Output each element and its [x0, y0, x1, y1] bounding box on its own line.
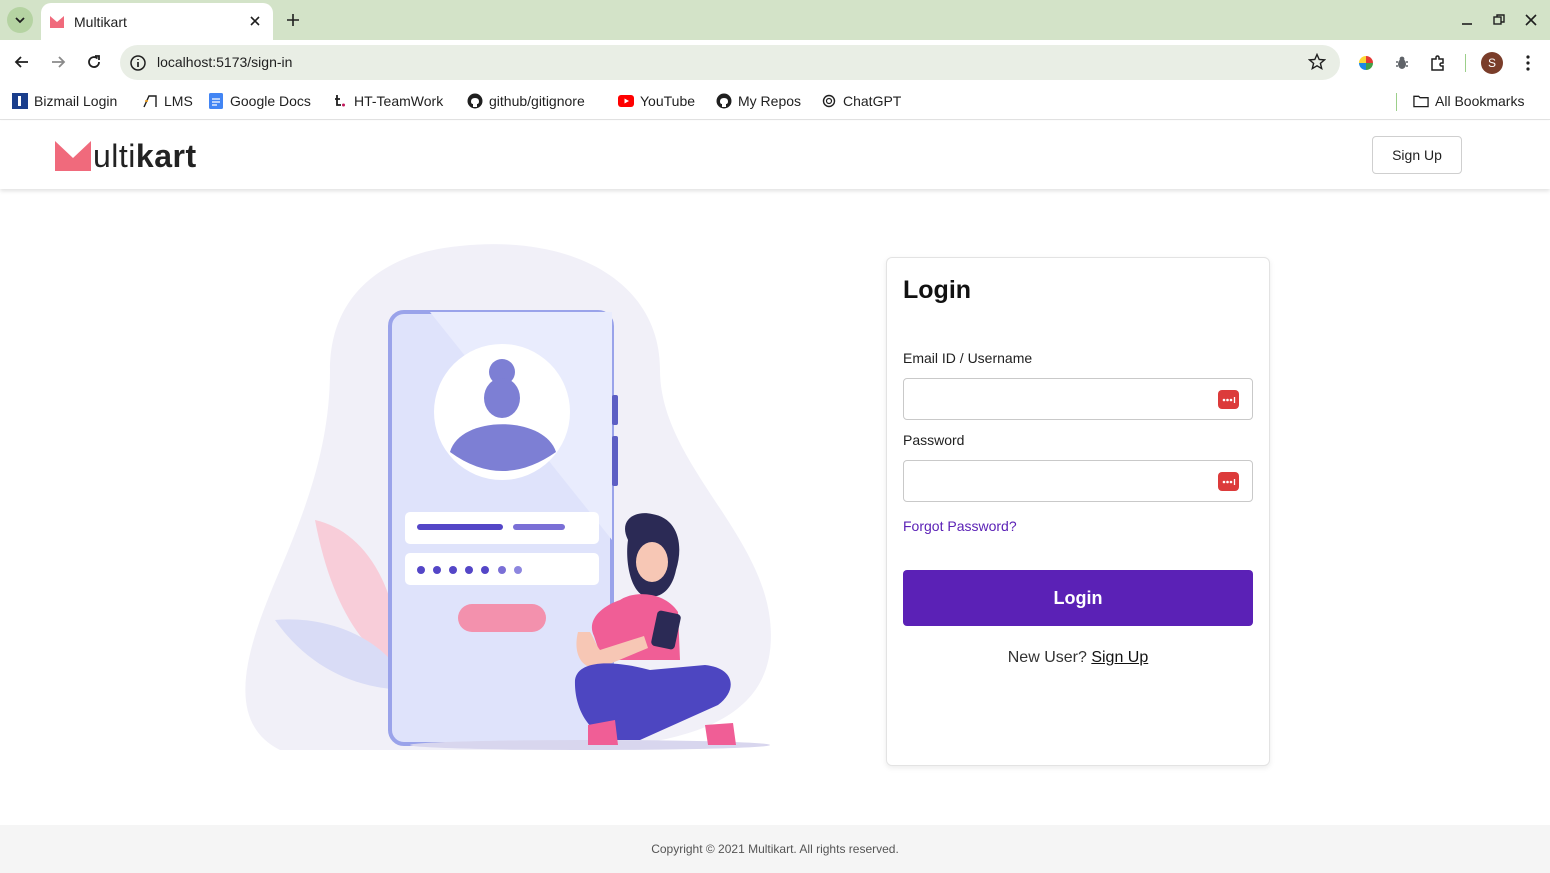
more-vertical-icon: [1526, 55, 1530, 71]
multikart-favicon-icon: [50, 15, 64, 28]
bookmark-lms[interactable]: LMS: [142, 91, 193, 111]
arrow-right-icon: [52, 56, 66, 68]
restore-icon: [1493, 14, 1505, 25]
github-icon: [716, 93, 732, 109]
color-extension-button[interactable]: [1356, 53, 1376, 73]
password-label: Password: [903, 432, 965, 448]
bookmark-label: LMS: [164, 93, 193, 109]
bizmail-icon: [12, 93, 28, 109]
bookmark-label: ChatGPT: [843, 93, 902, 109]
chatgpt-icon: [821, 93, 837, 109]
github-icon: [467, 93, 483, 109]
reload-icon: [88, 55, 100, 68]
browser-tab-strip: Multikart: [0, 0, 1550, 40]
close-icon: [1525, 14, 1537, 26]
password-manager-icon[interactable]: [1218, 390, 1239, 409]
multikart-m-logo-icon: [55, 141, 91, 171]
login-title: Login: [903, 276, 972, 304]
site-footer: Copyright © 2021 Multikart. All rights r…: [0, 825, 1550, 873]
bookmark-google-docs[interactable]: Google Docs: [208, 91, 311, 111]
phone-side-button: [612, 395, 618, 425]
extensions-button[interactable]: [1428, 53, 1448, 73]
bug-extension-button[interactable]: [1392, 53, 1412, 73]
password-field[interactable]: [903, 460, 1253, 502]
reload-button[interactable]: [83, 51, 105, 73]
password-input[interactable]: [904, 461, 1204, 501]
phone-side-button: [612, 436, 618, 486]
browser-toolbar: localhost:5173/sign-in S: [0, 40, 1550, 85]
logo-text: ultikart: [93, 138, 197, 175]
header-signup-button[interactable]: Sign Up: [1372, 136, 1462, 174]
tab-title: Multikart: [74, 13, 127, 30]
bookmark-label: Google Docs: [230, 93, 311, 109]
teamwork-icon: [332, 93, 348, 109]
multikart-logo[interactable]: ultikart: [55, 138, 197, 174]
username-line: [513, 524, 565, 530]
google-docs-icon: [208, 93, 224, 109]
profile-neck: [484, 378, 520, 418]
woman-face: [636, 542, 668, 582]
forgot-password-link[interactable]: Forgot Password?: [903, 518, 1017, 534]
lms-icon: [142, 93, 158, 109]
bookmark-teamwork[interactable]: HT-TeamWork: [332, 91, 443, 111]
logo-text-light: ulti: [93, 137, 136, 174]
toolbar-separator: [1465, 54, 1466, 72]
tab-close-button[interactable]: [247, 13, 263, 29]
logo-text-bold: kart: [135, 137, 197, 174]
youtube-icon: [618, 93, 634, 109]
site-header: ultikart Sign Up: [0, 121, 1550, 189]
bookmark-youtube[interactable]: YouTube: [618, 91, 695, 111]
tab-search-button[interactable]: [7, 7, 33, 33]
site-info-icon[interactable]: [129, 54, 147, 72]
bookmark-my-repos[interactable]: My Repos: [716, 91, 801, 111]
bookmark-star-icon[interactable]: [1308, 53, 1326, 71]
phone-button: [458, 604, 546, 632]
bookmark-label: github/gitignore: [489, 93, 585, 109]
color-wheel-icon: [1359, 56, 1373, 70]
arrow-left-icon: [14, 56, 28, 68]
chevron-down-icon: [15, 17, 25, 24]
url-text[interactable]: localhost:5173/sign-in: [157, 54, 292, 70]
restore-button[interactable]: [1489, 10, 1509, 30]
woman-foot: [705, 723, 736, 745]
minimize-button[interactable]: [1457, 10, 1477, 30]
bookmark-label: YouTube: [640, 93, 696, 109]
plus-icon: [287, 14, 299, 26]
profile-avatar[interactable]: S: [1481, 52, 1503, 74]
bookmark-label: Bizmail Login: [34, 93, 118, 109]
close-icon: [250, 16, 260, 26]
bookmark-label: All Bookmarks: [1435, 93, 1525, 109]
forward-button[interactable]: [47, 51, 69, 73]
back-button[interactable]: [11, 51, 33, 73]
bookmark-chatgpt[interactable]: ChatGPT: [821, 91, 901, 111]
browser-tab[interactable]: Multikart: [41, 3, 273, 40]
folder-icon: [1413, 93, 1429, 109]
minimize-icon: [1462, 23, 1472, 25]
copyright-text: Copyright © 2021 Multikart. All rights r…: [651, 842, 899, 856]
bookmarks-bar: Bizmail Login LMS Google Docs HT-TeamWor…: [0, 85, 1550, 120]
login-submit-button[interactable]: Login: [903, 570, 1253, 626]
email-field[interactable]: [903, 378, 1253, 420]
new-user-prompt: New User? Sign Up: [887, 649, 1269, 667]
bookmark-github-gitignore[interactable]: github/gitignore: [467, 91, 585, 111]
login-illustration: [245, 244, 771, 750]
email-input[interactable]: [904, 379, 1204, 419]
password-manager-icon[interactable]: [1218, 472, 1239, 491]
all-bookmarks-button[interactable]: All Bookmarks: [1413, 91, 1524, 111]
login-card: Login Email ID / Username Password Forgo…: [886, 257, 1270, 766]
signup-link[interactable]: Sign Up: [1091, 649, 1148, 666]
address-bar[interactable]: localhost:5173/sign-in: [120, 45, 1340, 80]
bookmark-label: HT-TeamWork: [354, 93, 444, 109]
browser-menu-button[interactable]: [1518, 53, 1538, 73]
close-window-button[interactable]: [1521, 10, 1541, 30]
username-line: [417, 524, 503, 530]
email-label: Email ID / Username: [903, 350, 1033, 366]
puzzle-icon: [1431, 55, 1444, 71]
new-user-text: New User?: [1007, 649, 1087, 666]
bookmarks-separator: [1396, 93, 1397, 111]
new-tab-button[interactable]: [282, 9, 304, 31]
bookmark-label: My Repos: [738, 93, 802, 109]
bug-icon: [1396, 56, 1408, 69]
bookmark-bizmail[interactable]: Bizmail Login: [12, 91, 117, 111]
